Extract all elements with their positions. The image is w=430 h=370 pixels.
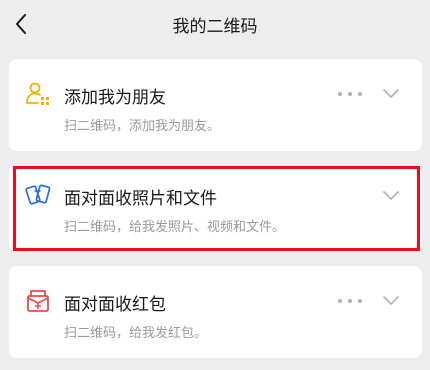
option-card-red-packet[interactable]: 面对面收红包 扫二维码，给我发红包。 bbox=[9, 266, 422, 358]
option-card-add-friend[interactable]: 添加我为朋友 扫二维码，添加我为朋友。 bbox=[9, 59, 422, 151]
page-title: 我的二维码 bbox=[172, 17, 258, 37]
option-title: 面对面收照片和文件 bbox=[64, 189, 217, 209]
chevron-down-icon[interactable] bbox=[383, 296, 399, 306]
red-packet-icon bbox=[27, 290, 49, 312]
more-icon[interactable] bbox=[338, 296, 362, 306]
option-subtitle: 扫二维码，给我发照片、视频和文件。 bbox=[64, 220, 286, 235]
file-transfer-icon bbox=[25, 184, 51, 205]
option-subtitle: 扫二维码，给我发红包。 bbox=[64, 326, 208, 341]
option-card-file-transfer[interactable]: 面对面收照片和文件 扫二维码，给我发照片、视频和文件。 bbox=[9, 166, 422, 251]
navbar: 我的二维码 bbox=[0, 0, 430, 48]
option-title: 面对面收红包 bbox=[64, 295, 166, 315]
option-title: 添加我为朋友 bbox=[64, 88, 166, 108]
chevron-down-icon[interactable] bbox=[383, 191, 399, 201]
chevron-down-icon[interactable] bbox=[383, 89, 399, 99]
more-icon[interactable] bbox=[338, 89, 362, 99]
option-subtitle: 扫二维码，添加我为朋友。 bbox=[64, 119, 221, 134]
add-friend-icon bbox=[26, 82, 49, 105]
